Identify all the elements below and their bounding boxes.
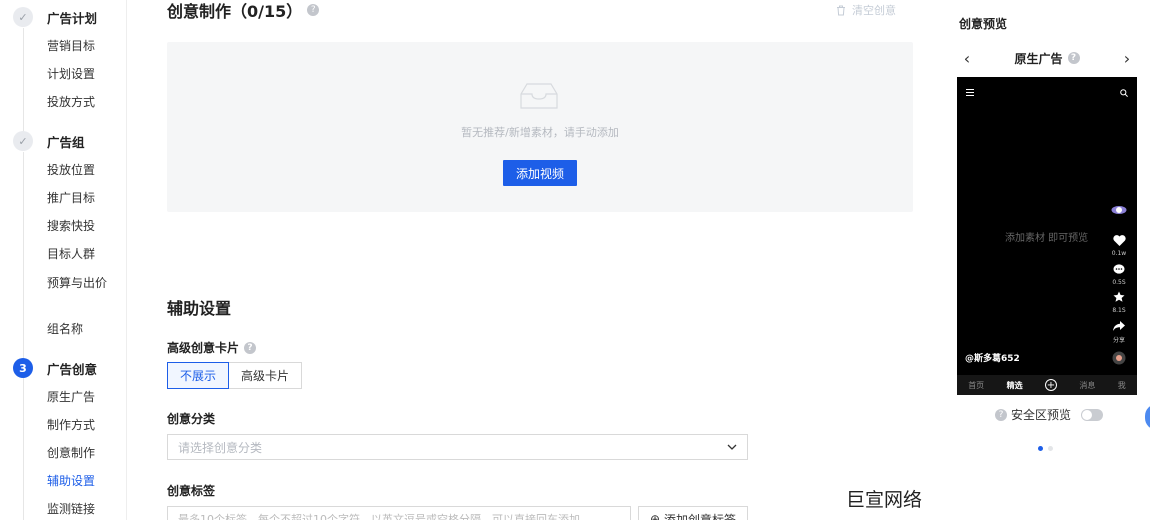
help-icon[interactable]: ? (244, 341, 257, 354)
check-icon: ✓ (13, 7, 33, 27)
like-count: 0.1w (1111, 250, 1127, 257)
sidebar-item-plan-settings[interactable]: 计划设置 (47, 66, 107, 83)
step-ad-creative[interactable]: 3 广告创意 (13, 358, 97, 378)
sidebar-item-search-boost[interactable]: 搜索快投 (47, 218, 107, 235)
favorite-count: 8.1S (1112, 307, 1126, 314)
preview-type: 原生广告 ? (1014, 50, 1080, 67)
creative-upload-area: 暂无推荐/新增素材，请手动添加 添加视频 (167, 42, 913, 212)
sidebar-item-marketing-goal[interactable]: 营销目标 (47, 38, 107, 55)
phone-tabbar: 首页 精选 + 消息 我 (957, 375, 1137, 395)
sidebar-item-group-name[interactable]: 组名称 (47, 321, 107, 338)
phone-username: @斯多葛652 (965, 354, 1020, 364)
card-label-text: 高级创意卡片 (167, 341, 240, 355)
plus-circle-icon: ⊕ (649, 512, 661, 520)
phone-empty-hint: 添加素材 即可预览 (1005, 233, 1089, 244)
step-label: 广告计划 (47, 10, 98, 26)
help-icon[interactable]: ? (1067, 52, 1080, 64)
step-label: 广告创意 (47, 361, 98, 377)
avatar-icon (1110, 204, 1128, 219)
pager-dot[interactable] (1048, 446, 1053, 451)
watermark: 巨宣网络 (846, 489, 923, 511)
sidebar-item-budget-bid[interactable]: 预算与出价 (47, 275, 107, 292)
menu-icon (966, 89, 974, 96)
step-ad-group[interactable]: ✓ 广告组 (13, 131, 85, 151)
clear-creative-label: 清空创意 (852, 4, 896, 17)
step-label: 广告组 (47, 134, 85, 150)
floating-help-button[interactable] (1145, 404, 1150, 430)
plus-icon: + (1044, 379, 1057, 391)
category-select[interactable]: 请选择创意分类 (167, 434, 748, 460)
help-icon[interactable]: ? (995, 408, 1007, 421)
sidebar-item-creative-production[interactable]: 创意制作 (47, 445, 107, 462)
chevron-right-icon[interactable]: › (1117, 49, 1137, 68)
clear-creative-link[interactable]: 清空创意 (836, 2, 896, 18)
category-placeholder: 请选择创意分类 (178, 440, 263, 455)
tags-input[interactable]: 最多10个标签，每个不超过10个字符，以英文逗号或空格分隔，可以直接回车添加 (167, 506, 631, 520)
preview-title: 创意预览 (959, 17, 1008, 31)
card-option-advanced[interactable]: 高级卡片 (229, 362, 303, 389)
creative-title: 创意制作（0/15） (167, 2, 303, 21)
comment-icon: 0.5S (1110, 264, 1128, 286)
step-sidebar: ✓ 广告计划 营销目标 计划设置 投放方式 ✓ 广告组 投放位置 推广目标 搜索… (0, 0, 127, 520)
tags-field-label: 创意标签 (167, 484, 216, 498)
search-icon (1120, 89, 1128, 97)
sidebar-item-target-audience[interactable]: 目标人群 (47, 246, 107, 263)
safe-area-label: 安全区预览 (1011, 408, 1072, 422)
step-number: 3 (13, 358, 33, 378)
preview-pager (1038, 446, 1053, 451)
add-tag-label: 添加创意标签 (664, 512, 737, 520)
help-icon[interactable]: ? (307, 4, 320, 16)
preview-nav: ‹ 原生广告 ? › (957, 48, 1137, 68)
sidebar-item-delivery-method[interactable]: 投放方式 (47, 94, 107, 111)
sidebar-item-aux-settings[interactable]: 辅助设置 (47, 473, 107, 490)
add-tag-button[interactable]: ⊕ 添加创意标签 (638, 506, 748, 520)
phone-tab-messages: 消息 (1079, 380, 1096, 390)
safe-area-toggle[interactable] (1081, 408, 1104, 421)
chevron-left-icon[interactable]: ‹ (957, 49, 977, 68)
chevron-down-icon (727, 444, 737, 450)
check-icon: ✓ (13, 131, 33, 151)
step-line (23, 152, 24, 358)
share-icon: 分享 (1110, 320, 1128, 344)
preview-type-label: 原生广告 (1014, 51, 1063, 66)
star-icon: 8.1S (1110, 291, 1128, 314)
step-line (23, 378, 24, 520)
step-ad-plan[interactable]: ✓ 广告计划 (13, 7, 97, 27)
add-video-button[interactable]: 添加视频 (503, 160, 577, 186)
category-field-label: 创意分类 (167, 412, 216, 426)
card-segmented-control: 不展示 高级卡片 (167, 362, 303, 389)
card-field-label: 高级创意卡片 ? (167, 339, 257, 356)
step-line (23, 28, 24, 132)
comment-count: 0.5S (1112, 279, 1126, 286)
sidebar-item-promotion-target[interactable]: 推广目标 (47, 190, 107, 207)
phone-tab-home: 首页 (968, 380, 985, 390)
card-option-hide[interactable]: 不展示 (167, 362, 230, 389)
pager-dot[interactable] (1038, 446, 1043, 451)
heart-icon: 0.1w (1110, 235, 1128, 257)
creative-title-row: 创意制作（0/15） ? (167, 0, 320, 21)
phone-preview: 添加素材 即可预览 0.1w 0.5S 8.1S 分享 @斯多葛652 首页 精… (957, 77, 1137, 395)
empty-inbox-icon (520, 83, 558, 109)
phone-tab-featured: 精选 (1006, 380, 1023, 390)
music-disc-icon (1110, 351, 1128, 368)
sidebar-item-production-method[interactable]: 制作方式 (47, 417, 107, 434)
safe-area-row: ? 安全区预览 (995, 406, 1104, 423)
phone-tab-me: 我 (1117, 380, 1126, 390)
trash-icon (837, 5, 845, 15)
empty-hint: 暂无推荐/新增素材，请手动添加 (461, 126, 619, 139)
sidebar-item-tracking-link[interactable]: 监测链接 (47, 501, 107, 518)
sidebar-item-placement[interactable]: 投放位置 (47, 162, 107, 179)
sidebar-item-native-ad[interactable]: 原生广告 (47, 389, 107, 406)
share-label: 分享 (1112, 337, 1125, 344)
aux-settings-title: 辅助设置 (167, 299, 232, 318)
